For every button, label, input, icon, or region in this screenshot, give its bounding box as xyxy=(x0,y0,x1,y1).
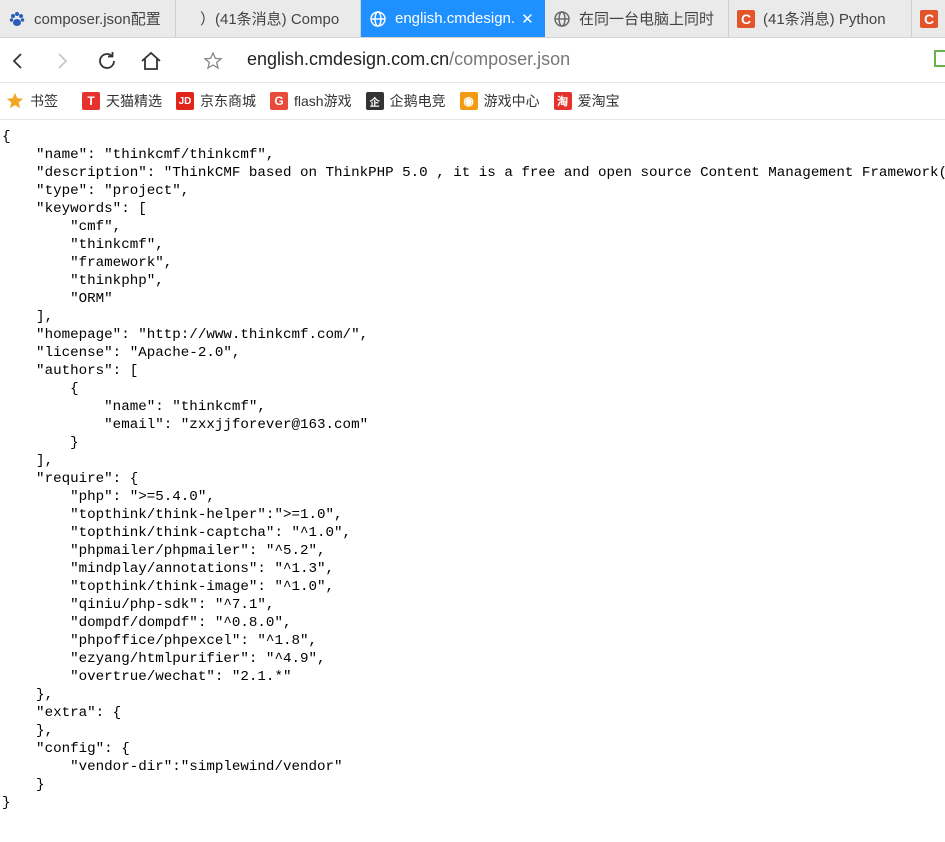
globe-icon xyxy=(369,10,387,28)
navigation-bar: english.cmdesign.com.cn/composer.json xyxy=(0,38,945,83)
c-icon: C xyxy=(737,9,755,28)
tab-csdn-compo[interactable]: ）(41条消息) Compo xyxy=(176,0,361,37)
gamepad-icon: ◉ xyxy=(459,92,478,110)
tab-label: english.cmdesign. xyxy=(395,10,516,27)
url-path: /composer.json xyxy=(449,49,571,69)
address-bar[interactable]: english.cmdesign.com.cn/composer.json xyxy=(247,49,570,70)
bookmark-label: flash游戏 xyxy=(294,93,352,109)
bookmark-game-center[interactable]: ◉ 游戏中心 xyxy=(459,91,540,111)
bookmark-label: 爱淘宝 xyxy=(577,93,620,109)
bookmark-flash-games[interactable]: G flash游戏 xyxy=(270,91,352,111)
tab-csdn-partial[interactable]: C xyxy=(912,0,945,37)
bookmark-bookmarks[interactable]: 书签 xyxy=(6,91,58,111)
tab-label: 在同一台电脑上同时 xyxy=(579,11,715,28)
forward-button[interactable] xyxy=(48,47,76,75)
tab-strip: composer.json配置 ）(41条消息) Compo english.c… xyxy=(0,0,945,38)
chevron-left-icon xyxy=(12,53,22,69)
star-icon xyxy=(6,92,24,110)
extension-icon[interactable] xyxy=(933,48,945,70)
globe-icon xyxy=(553,10,571,28)
url-host: english.cmdesign.com.cn xyxy=(247,49,450,69)
bookmark-penguin-esports[interactable]: 企 企鹅电竞 xyxy=(365,91,446,111)
bookmark-label: 游戏中心 xyxy=(483,93,540,109)
tab-label: ）(41条消息) Compo xyxy=(200,11,340,28)
chevron-right-icon xyxy=(58,53,68,69)
close-icon[interactable]: ✕ xyxy=(521,10,534,28)
tab-english-cmdesign[interactable]: english.cmdesign. ✕ xyxy=(361,0,545,37)
bookmark-tmall[interactable]: T 天猫精选 xyxy=(82,91,162,111)
paw-icon xyxy=(8,10,26,28)
bookmark-label: 企鹅电竞 xyxy=(389,93,446,109)
page-content: { "name": "thinkcmf/thinkcmf", "descript… xyxy=(0,121,945,842)
star-outline-icon xyxy=(203,51,223,70)
tab-label: (41条消息) Python xyxy=(763,11,886,28)
json-text: { "name": "thinkcmf/thinkcmf", "descript… xyxy=(2,129,945,811)
bookmark-star-button[interactable] xyxy=(199,47,227,75)
bookmarks-bar: 书签 T 天猫精选 JD 京东商城 G flash游戏 企 企鹅电竞 ◉ 游戏中… xyxy=(0,83,945,120)
tab-csdn-python[interactable]: C (41条消息) Python xyxy=(729,0,912,37)
home-icon xyxy=(141,51,161,70)
tab-composer-json-config[interactable]: composer.json配置 xyxy=(0,0,176,37)
c-icon: C xyxy=(920,9,938,28)
tab-same-computer[interactable]: 在同一台电脑上同时 xyxy=(545,0,729,37)
reload-icon xyxy=(99,52,115,69)
bookmark-ai-taobao[interactable]: 淘 爱淘宝 xyxy=(553,91,620,111)
back-button[interactable] xyxy=(4,47,32,75)
home-button[interactable] xyxy=(137,47,165,75)
bookmark-label: 京东商城 xyxy=(200,93,256,109)
taobao-icon: 淘 xyxy=(553,92,572,110)
flash-game-icon: G xyxy=(270,92,288,110)
reload-button[interactable] xyxy=(93,47,121,75)
penguin-icon: 企 xyxy=(365,92,384,110)
bookmark-jd[interactable]: JD 京东商城 xyxy=(176,91,256,111)
bookmark-label: 天猫精选 xyxy=(106,93,162,109)
tmall-icon: T xyxy=(82,92,100,110)
tab-label: composer.json配置 xyxy=(34,11,161,28)
jd-icon: JD xyxy=(176,92,194,110)
bookmark-label: 书签 xyxy=(30,93,58,109)
